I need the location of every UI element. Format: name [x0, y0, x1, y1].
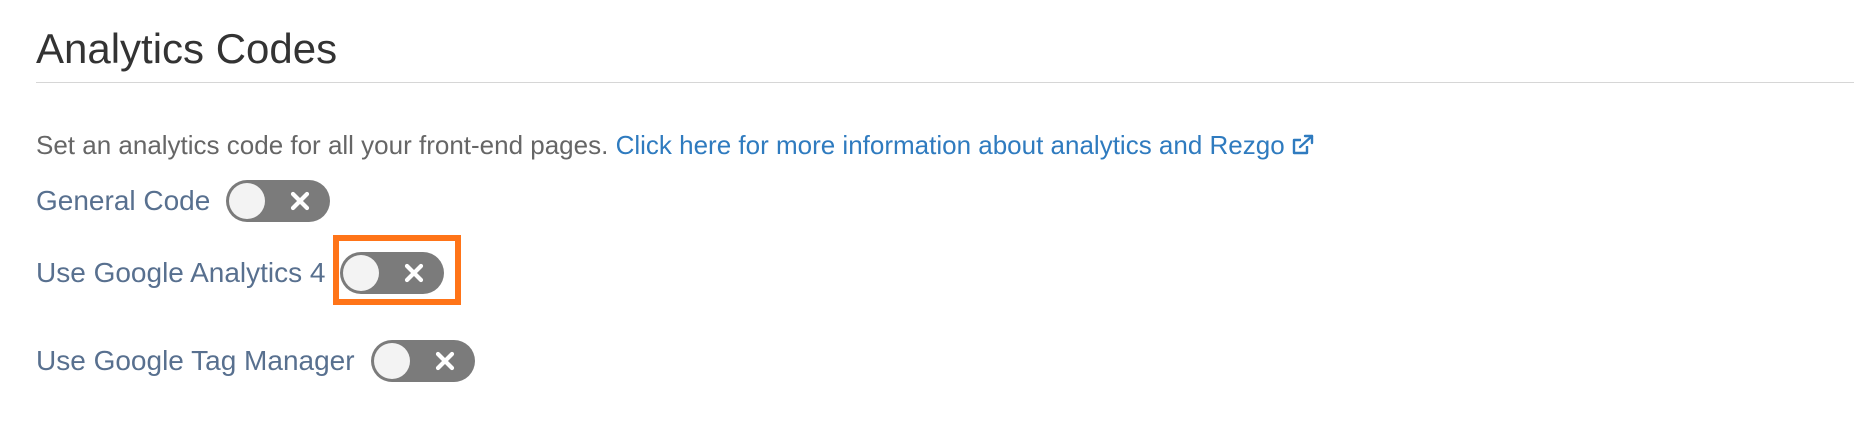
- intro-text: Set an analytics code for all your front…: [36, 128, 1315, 162]
- intro-description: Set an analytics code for all your front…: [36, 130, 609, 160]
- google-tag-manager-toggle[interactable]: [370, 340, 475, 382]
- google-analytics-4-label: Use Google Analytics 4: [36, 257, 326, 288]
- setting-row-google-tag-manager: Use Google Tag Manager: [36, 340, 475, 382]
- close-icon: [435, 351, 454, 371]
- close-icon: [291, 191, 310, 211]
- setting-row-general-code: General Code: [36, 180, 331, 222]
- external-link-icon: [1292, 134, 1313, 155]
- analytics-info-link[interactable]: Click here for more information about an…: [616, 130, 1315, 160]
- section-title: Analytics Codes: [36, 25, 338, 72]
- toggle-knob: [229, 183, 266, 219]
- google-tag-manager-label: Use Google Tag Manager: [36, 345, 355, 376]
- highlight-box: [333, 235, 461, 305]
- general-code-label: General Code: [36, 185, 211, 216]
- analytics-info-link-label: Click here for more information about an…: [615, 130, 1285, 160]
- toggle-knob: [373, 343, 410, 379]
- general-code-toggle[interactable]: [226, 180, 331, 222]
- section-divider: [36, 82, 1854, 83]
